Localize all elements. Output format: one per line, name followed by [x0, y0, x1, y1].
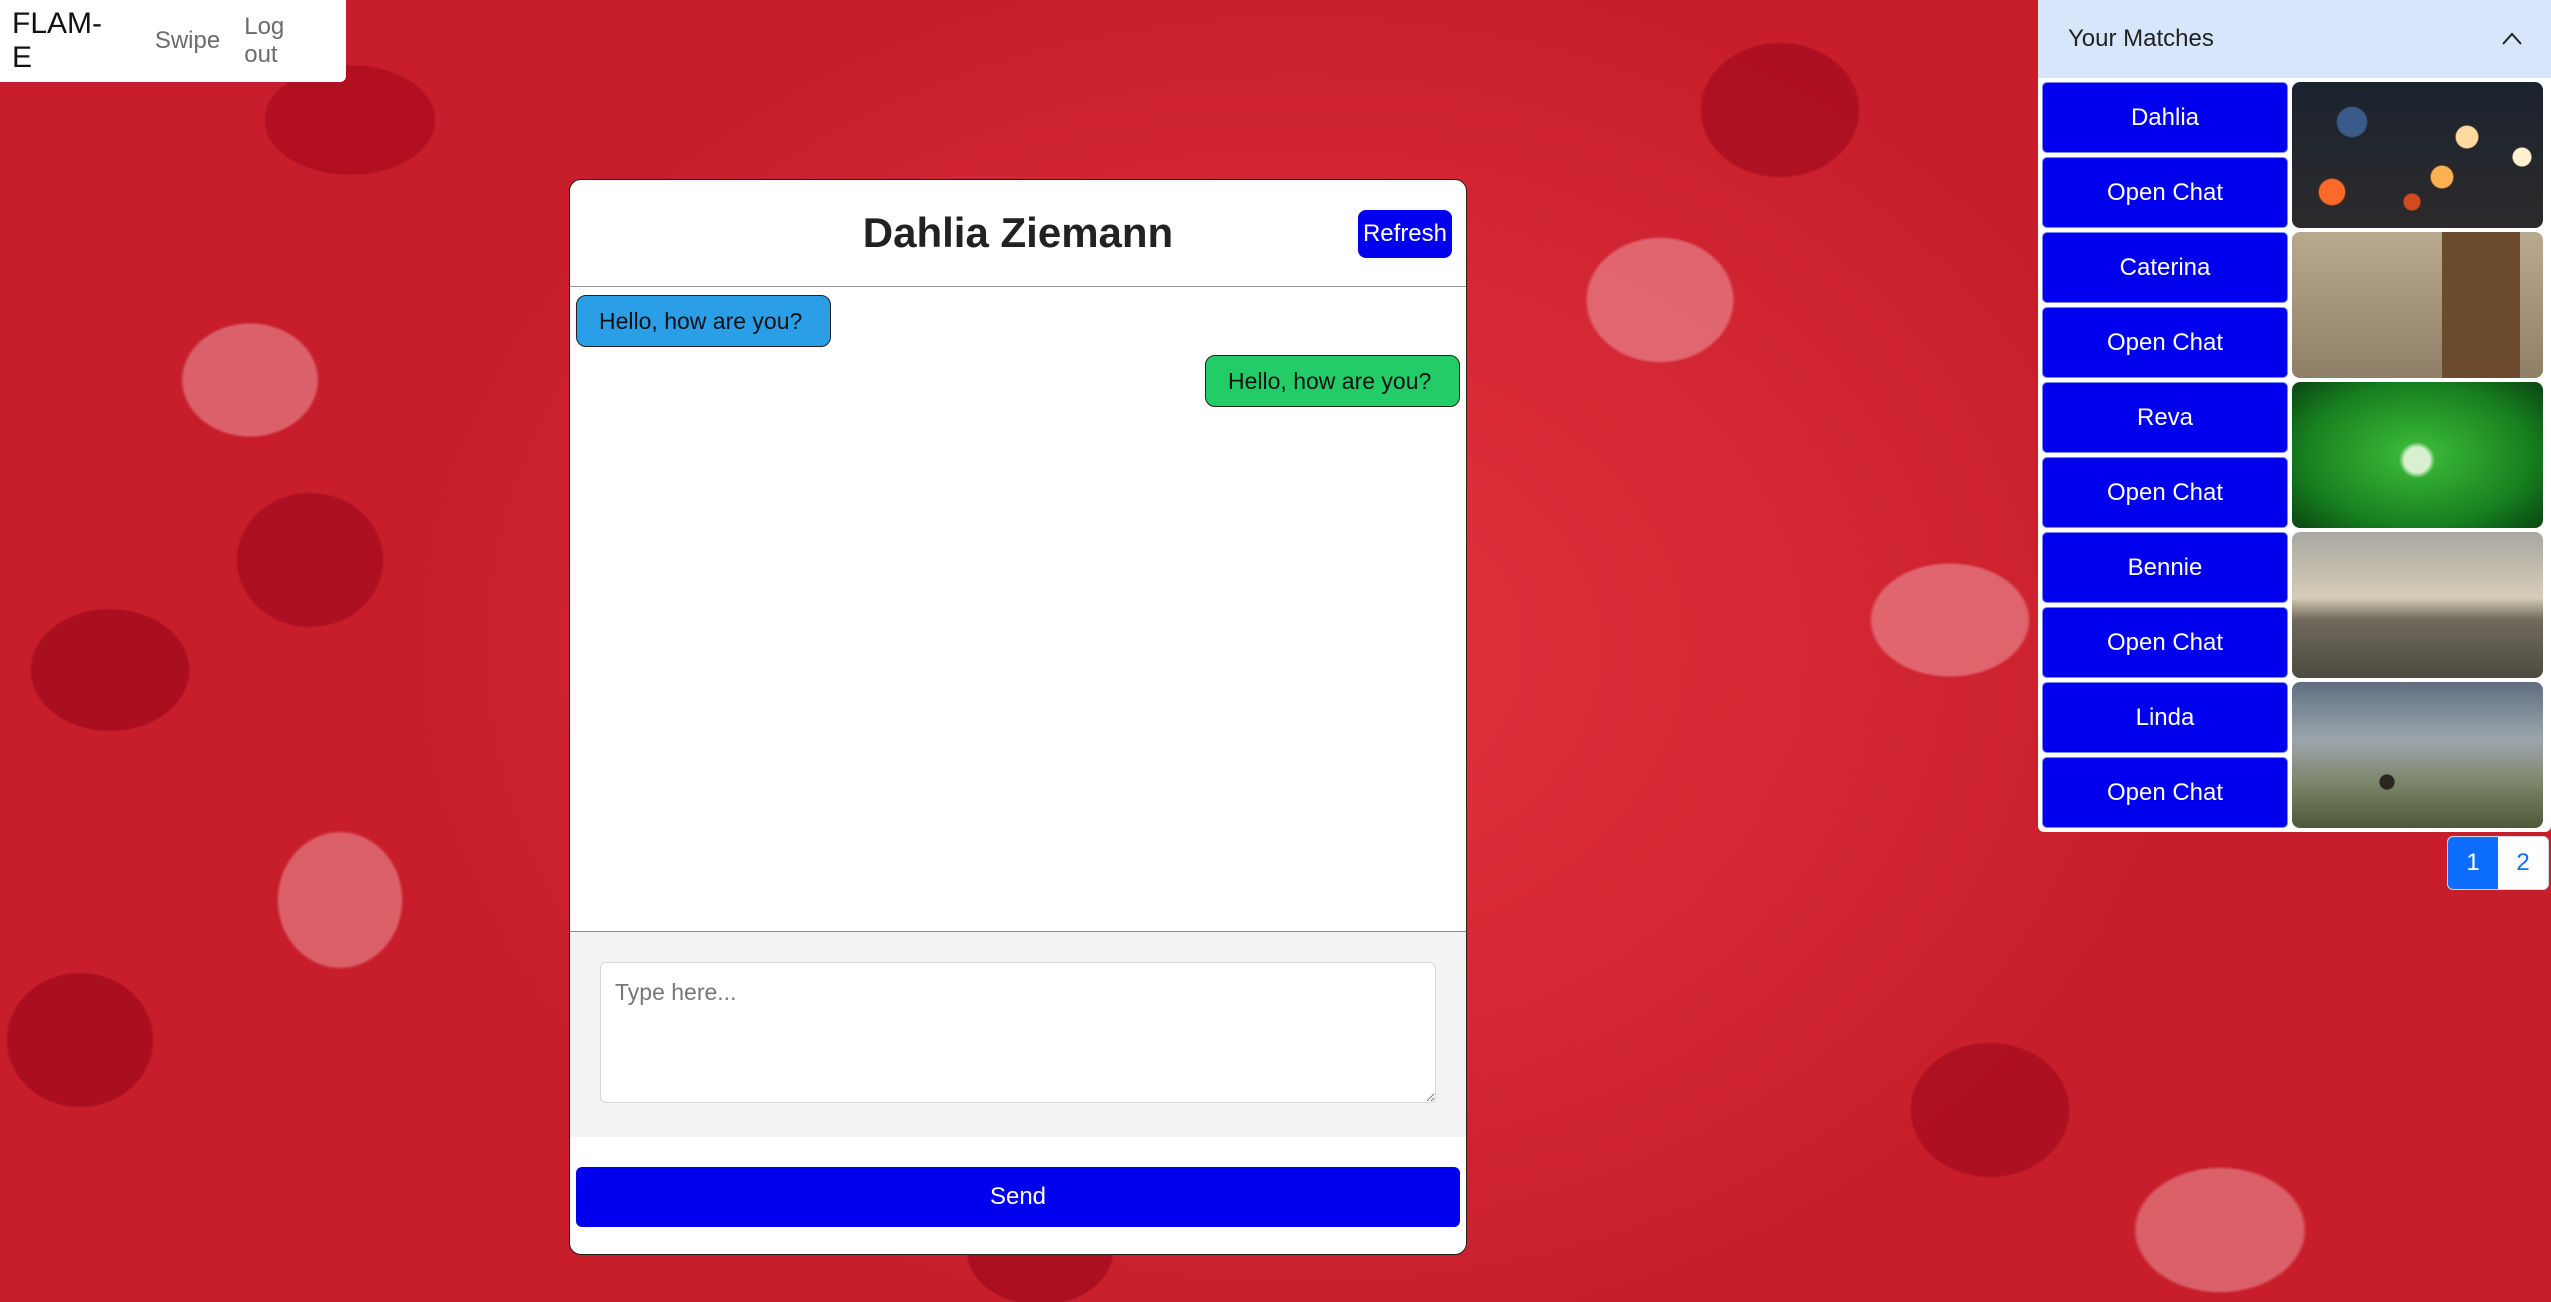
brand-logo[interactable]: FLAM-E — [12, 7, 119, 75]
match-item-caterina: Caterina Open Chat — [2040, 230, 2549, 380]
open-chat-button[interactable]: Open Chat — [2042, 157, 2288, 228]
match-photo[interactable] — [2292, 232, 2543, 378]
nav-link-swipe[interactable]: Swipe — [155, 27, 220, 55]
match-photo[interactable] — [2292, 532, 2543, 678]
match-name-button[interactable]: Bennie — [2042, 532, 2288, 603]
match-photo[interactable] — [2292, 82, 2543, 228]
message-list[interactable]: Hello, how are you? Hello, how are you? — [570, 287, 1466, 932]
refresh-button[interactable]: Refresh — [1358, 210, 1452, 258]
top-navbar: FLAM-E Swipe Log out — [0, 0, 346, 82]
open-chat-button[interactable]: Open Chat — [2042, 307, 2288, 378]
chat-panel: Dahlia Ziemann Refresh Hello, how are yo… — [569, 179, 1467, 1255]
incoming-message: Hello, how are you? — [576, 295, 831, 347]
chevron-up-icon — [2502, 32, 2522, 45]
message-compose-area — [570, 932, 1466, 1137]
message-input[interactable] — [600, 962, 1436, 1103]
match-photo[interactable] — [2292, 382, 2543, 528]
send-row: Send — [570, 1137, 1466, 1227]
outgoing-message: Hello, how are you? — [1205, 355, 1460, 407]
chat-partner-name: Dahlia Ziemann — [862, 209, 1174, 256]
match-list: Dahlia Open Chat Caterina Open Chat Reva… — [2038, 78, 2551, 832]
chat-header: Dahlia Ziemann Refresh — [570, 180, 1466, 287]
open-chat-button[interactable]: Open Chat — [2042, 757, 2288, 828]
page-button-2[interactable]: 2 — [2498, 837, 2548, 889]
match-item-bennie: Bennie Open Chat — [2040, 530, 2549, 680]
match-name-button[interactable]: Linda — [2042, 682, 2288, 753]
match-name-button[interactable]: Reva — [2042, 382, 2288, 453]
nav-link-logout[interactable]: Log out — [244, 13, 322, 69]
match-item-reva: Reva Open Chat — [2040, 380, 2549, 530]
match-item-linda: Linda Open Chat — [2040, 680, 2549, 830]
match-item-dahlia: Dahlia Open Chat — [2040, 80, 2549, 230]
send-button[interactable]: Send — [576, 1167, 1460, 1227]
match-name-button[interactable]: Caterina — [2042, 232, 2288, 303]
open-chat-button[interactable]: Open Chat — [2042, 607, 2288, 678]
page-button-1[interactable]: 1 — [2448, 837, 2498, 889]
matches-panel: Your Matches Dahlia Open Chat Caterina O… — [2038, 0, 2551, 832]
match-name-button[interactable]: Dahlia — [2042, 82, 2288, 153]
open-chat-button[interactable]: Open Chat — [2042, 457, 2288, 528]
match-photo[interactable] — [2292, 682, 2543, 828]
matches-pagination: 1 2 — [2447, 836, 2549, 890]
matches-title: Your Matches — [2068, 25, 2214, 52]
matches-accordion-header[interactable]: Your Matches — [2038, 0, 2551, 78]
